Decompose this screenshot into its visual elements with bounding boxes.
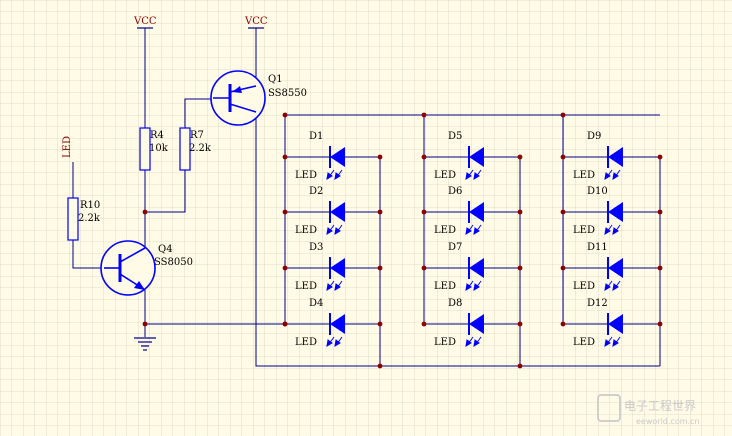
led-type: LED — [295, 281, 317, 292]
junction-dot — [421, 209, 427, 215]
junction-dot — [142, 209, 148, 215]
junction-dot — [560, 265, 566, 271]
q4-part: SS8050 — [154, 257, 193, 268]
junction-dot — [282, 321, 288, 327]
transistor-q4 — [100, 240, 156, 296]
junction-dot — [377, 209, 383, 215]
led-ref: D1 — [309, 131, 323, 142]
led-type: LED — [434, 337, 456, 348]
led-ref: D10 — [587, 186, 608, 197]
led-ref: D2 — [309, 186, 323, 197]
r10-ref: R10 — [80, 200, 100, 211]
led-ref: D6 — [448, 186, 462, 197]
q4-ref: Q4 — [158, 244, 173, 255]
schematic-canvas: VCC VCC LED R10 2.2k R4 10k R7 2.2k Q1 S… — [0, 0, 732, 436]
junction-dot — [142, 321, 148, 327]
junction-dot — [517, 209, 523, 215]
junction-dot — [657, 209, 663, 215]
junction-dot — [517, 363, 523, 369]
r4-ref: R4 — [150, 130, 164, 141]
led-ref: D8 — [448, 298, 462, 309]
led-type: LED — [573, 337, 595, 348]
led-type: LED — [434, 281, 456, 292]
junction-dot — [560, 112, 566, 118]
junction-dot — [517, 154, 523, 160]
junction-dot — [421, 265, 427, 271]
led-input-label: LED — [62, 136, 73, 158]
junction-dot — [421, 112, 427, 118]
junction-dot — [517, 321, 523, 327]
led-type: LED — [573, 225, 595, 236]
r7-ref: R7 — [190, 130, 204, 141]
junction-dot — [282, 209, 288, 215]
led-type: LED — [295, 337, 317, 348]
junction-dot — [282, 112, 288, 118]
led-ref: D12 — [587, 298, 608, 309]
junction-dot — [377, 363, 383, 369]
junction-dot — [377, 265, 383, 271]
transistor-q1 — [210, 70, 266, 126]
r4-value: 10k — [149, 143, 169, 154]
led-ref: D9 — [587, 131, 601, 142]
vcc-label-1: VCC — [133, 16, 157, 27]
q1-ref: Q1 — [268, 74, 283, 85]
junction-dot — [560, 154, 566, 160]
led-type: LED — [573, 281, 595, 292]
resistor-r10 — [67, 197, 79, 241]
junction-dot — [282, 265, 288, 271]
r10-value: 2.2k — [78, 213, 101, 224]
junction-dot — [377, 154, 383, 160]
junction-dot — [517, 265, 523, 271]
led-ref: D3 — [309, 242, 323, 253]
junction-dot — [560, 321, 566, 327]
led-ref: D4 — [309, 298, 323, 309]
watermark-text: 电子工程世界 — [624, 398, 696, 413]
junction-dot — [282, 154, 288, 160]
q1-part: SS8550 — [268, 88, 307, 99]
led-ref: D7 — [448, 242, 462, 253]
led-type: LED — [295, 225, 317, 236]
junction-dot — [421, 321, 427, 327]
junction-dot — [560, 209, 566, 215]
led-type: LED — [434, 170, 456, 181]
r7-value: 2.2k — [189, 143, 212, 154]
watermark-url: eeworld.com.cn — [636, 417, 700, 426]
led-ref: D5 — [448, 131, 462, 142]
junction-dot — [657, 154, 663, 160]
led-type: LED — [434, 225, 456, 236]
junction-dot — [377, 321, 383, 327]
junction-dot — [421, 154, 427, 160]
junction-dot — [657, 265, 663, 271]
junction-dot — [657, 321, 663, 327]
led-type: LED — [295, 170, 317, 181]
led-type: LED — [573, 170, 595, 181]
vcc-label-2: VCC — [244, 16, 268, 27]
led-ref: D11 — [587, 242, 608, 253]
